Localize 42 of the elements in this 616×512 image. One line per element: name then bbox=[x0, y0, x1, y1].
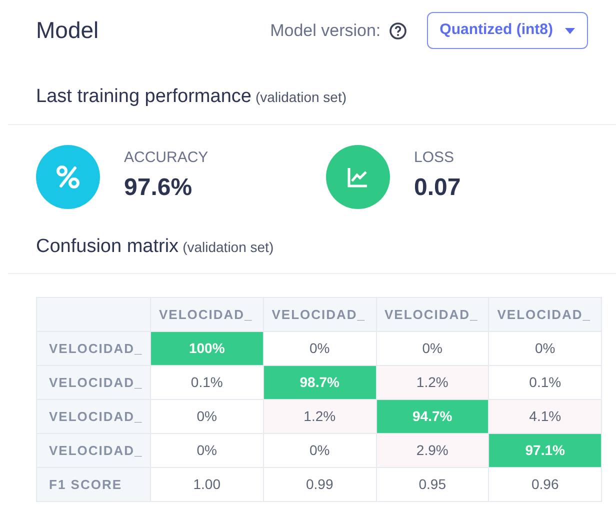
row-header: VELOCIDAD_ bbox=[36, 366, 150, 400]
matrix-cell: 0.95 bbox=[376, 468, 489, 502]
column-header: VELOCIDAD_ bbox=[376, 298, 489, 332]
matrix-cell: 1.2% bbox=[263, 400, 376, 434]
version-label: Model version: bbox=[270, 20, 381, 42]
row-header: F1 SCORE bbox=[36, 468, 150, 502]
matrix-cell: 0% bbox=[488, 332, 602, 366]
row-header: VELOCIDAD_ bbox=[36, 434, 150, 468]
section-title: Last training performance bbox=[36, 86, 252, 107]
section-title: Confusion matrix bbox=[36, 236, 179, 256]
matrix-cell: 0.96 bbox=[488, 468, 602, 502]
matrix-cell: 94.7% bbox=[376, 400, 489, 434]
column-header: VELOCIDAD_ bbox=[150, 298, 264, 332]
matrix-cell: 100% bbox=[150, 332, 264, 366]
metric-value: 97.6% bbox=[124, 172, 194, 203]
matrix-cell: 0.1% bbox=[488, 366, 602, 400]
metric-value: 0.07 bbox=[414, 172, 461, 203]
row-header: VELOCIDAD_ bbox=[36, 400, 150, 434]
matrix-cell: 1.2% bbox=[376, 366, 489, 400]
column-header: VELOCIDAD_ bbox=[488, 298, 602, 332]
matrix-cell: 1.00 bbox=[150, 468, 264, 502]
version-select[interactable]: Quantized (int8) bbox=[426, 12, 588, 49]
matrix-cell: 0% bbox=[263, 434, 376, 468]
section-note: (validation set) bbox=[182, 238, 274, 254]
metric-label: LOSS bbox=[414, 148, 456, 168]
help-icon[interactable] bbox=[388, 22, 407, 40]
matrix-cell: 0.1% bbox=[150, 366, 264, 400]
section-note: (validation set) bbox=[255, 89, 346, 105]
matrix-cell: 98.7% bbox=[263, 366, 376, 400]
metric-label: ACCURACY bbox=[124, 148, 208, 168]
matrix-cell: 0% bbox=[150, 400, 264, 434]
matrix-cell: 0.99 bbox=[263, 468, 376, 502]
matrix-cell: 0% bbox=[263, 332, 376, 366]
caret-icon bbox=[565, 28, 575, 34]
matrix-cell: 0% bbox=[376, 332, 489, 366]
matrix-cell: 97.1% bbox=[488, 434, 602, 468]
matrix-cell: 4.1% bbox=[488, 400, 602, 434]
column-header: VELOCIDAD_ bbox=[263, 298, 376, 332]
matrix-cell: 2.9% bbox=[376, 434, 489, 468]
page-title: Model bbox=[36, 16, 99, 46]
matrix-cell: 0% bbox=[150, 434, 264, 468]
row-header: VELOCIDAD_ bbox=[36, 332, 150, 366]
